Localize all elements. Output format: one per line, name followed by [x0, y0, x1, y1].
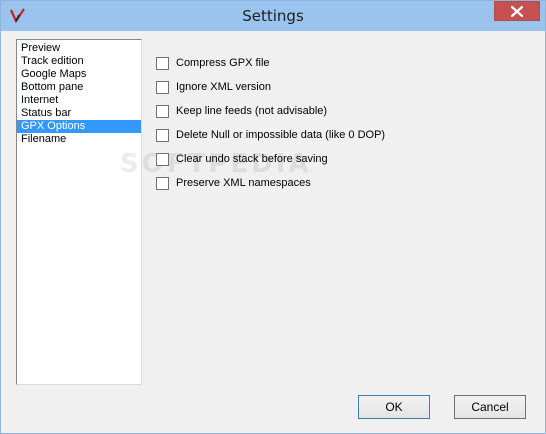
option-compress-gpx[interactable]: Compress GPX file	[156, 51, 385, 75]
settings-category-list[interactable]: Preview Track edition Google Maps Bottom…	[16, 39, 142, 385]
clear-undo-stack-checkbox[interactable]	[156, 152, 169, 166]
option-label: Delete Null or impossible data (like 0 D…	[176, 129, 386, 141]
title-bar[interactable]: Settings	[1, 1, 545, 31]
window-title: Settings	[242, 7, 304, 25]
option-label: Preserve XML namespaces	[176, 177, 311, 189]
preserve-xml-namespaces-checkbox[interactable]	[156, 176, 169, 190]
option-preserve-xml-namespaces[interactable]: Preserve XML namespaces	[156, 171, 385, 195]
option-ignore-xml-version[interactable]: Ignore XML version	[156, 75, 385, 99]
cancel-button[interactable]: Cancel	[454, 395, 526, 419]
ok-button[interactable]: OK	[358, 395, 430, 419]
ignore-xml-version-checkbox[interactable]	[156, 80, 169, 94]
option-label: Clear undo stack before saving	[176, 153, 328, 165]
option-clear-undo-stack[interactable]: Clear undo stack before saving	[156, 147, 385, 171]
nav-item-track-edition[interactable]: Track edition	[17, 55, 141, 68]
option-label: Ignore XML version	[176, 81, 271, 93]
delete-null-data-checkbox[interactable]	[156, 128, 169, 142]
nav-item-internet[interactable]: Internet	[17, 94, 141, 107]
nav-item-preview[interactable]: Preview	[17, 42, 141, 55]
keep-line-feeds-checkbox[interactable]	[156, 104, 169, 118]
nav-item-google-maps[interactable]: Google Maps	[17, 68, 141, 81]
option-label: Keep line feeds (not advisable)	[176, 105, 328, 117]
compress-gpx-checkbox[interactable]	[156, 56, 169, 70]
nav-item-filename[interactable]: Filename	[17, 133, 141, 146]
nav-item-status-bar[interactable]: Status bar	[17, 107, 141, 120]
close-icon	[511, 5, 523, 17]
option-delete-null-data[interactable]: Delete Null or impossible data (like 0 D…	[156, 123, 385, 147]
gpx-options-panel: Compress GPX file Ignore XML version Kee…	[156, 51, 385, 195]
dialog-client-area: Preview Track edition Google Maps Bottom…	[8, 31, 539, 426]
nav-item-bottom-pane[interactable]: Bottom pane	[17, 81, 141, 94]
settings-window: Settings Preview Track edition Google Ma…	[0, 0, 546, 434]
close-button[interactable]	[494, 1, 540, 21]
nav-item-gpx-options[interactable]: GPX Options	[17, 120, 141, 133]
option-keep-line-feeds[interactable]: Keep line feeds (not advisable)	[156, 99, 385, 123]
option-label: Compress GPX file	[176, 57, 270, 69]
